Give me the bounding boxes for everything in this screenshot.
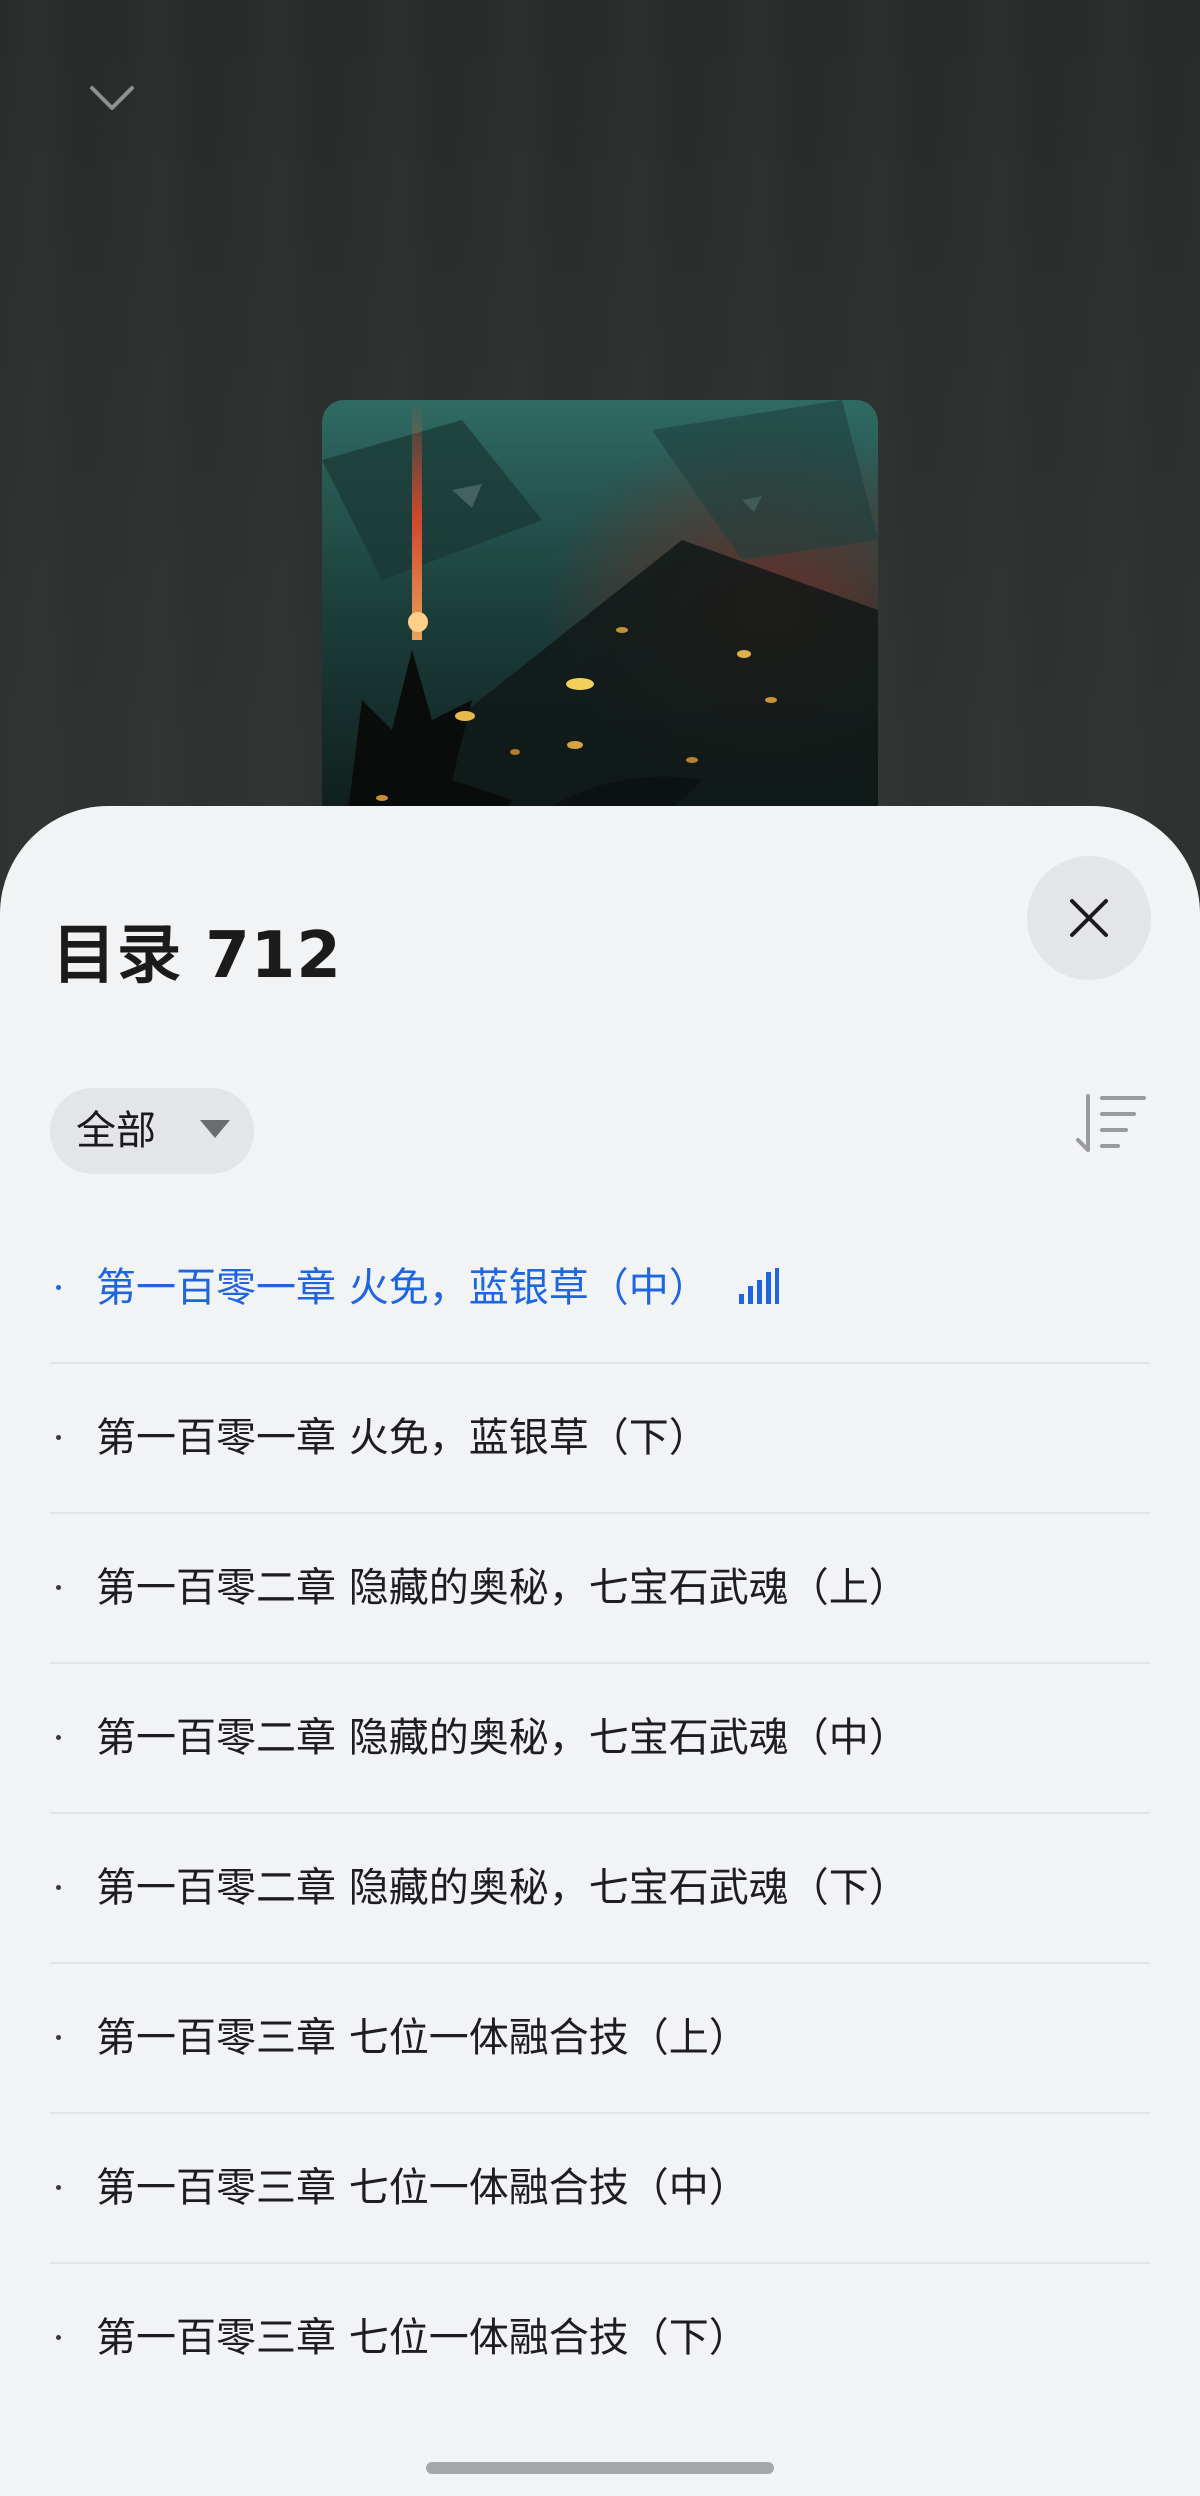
album-cover [322, 400, 878, 860]
catalog-title: 目录 712 [52, 919, 342, 993]
chapter-item[interactable]: 第一百零一章 火免，蓝银草（中） [50, 1214, 1150, 1364]
bullet-dot [56, 1885, 61, 1890]
chapter-title: 第一百零三章 七位一体融合技（下） [96, 2315, 749, 2361]
bullet-dot [56, 1735, 61, 1740]
bullet-dot [56, 1285, 61, 1290]
sort-order-button[interactable] [1072, 1084, 1152, 1164]
chapter-title: 第一百零一章 火免，蓝银草（中） [96, 1214, 779, 1362]
chapter-title: 第一百零二章 隐藏的奥秘，七宝石武魂（上） [96, 1565, 909, 1611]
chapter-title: 第一百零三章 七位一体融合技（上） [96, 2015, 749, 2061]
close-icon [1070, 899, 1108, 937]
chapter-item[interactable]: 第一百零三章 七位一体融合技（中） [50, 2114, 1150, 2264]
chapter-title: 第一百零二章 隐藏的奥秘，七宝石武魂（中） [96, 1715, 909, 1761]
close-button[interactable] [1027, 856, 1151, 980]
chapter-title: 第一百零二章 隐藏的奥秘，七宝石武魂（下） [96, 1865, 909, 1911]
chapter-filter-dropdown[interactable]: 全部 [50, 1088, 254, 1174]
cover-artwork [322, 400, 878, 860]
chapter-list: 第一百零一章 火免，蓝银草（中） 第一百零一章 火免，蓝银草（下） 第一百零二章… [50, 1214, 1150, 2412]
bullet-dot [56, 2185, 61, 2190]
catalog-sheet: 目录 712 全部 第一百零一章 火免，蓝银草（中） 第一百零一章 火免，蓝银草… [0, 806, 1200, 2496]
bullet-dot [56, 2035, 61, 2040]
chapter-item[interactable]: 第一百零二章 隐藏的奥秘，七宝石武魂（中） [50, 1664, 1150, 1814]
collapse-button[interactable] [80, 70, 144, 126]
chapter-item[interactable]: 第一百零二章 隐藏的奥秘，七宝石武魂（上） [50, 1514, 1150, 1664]
chapter-title-text: 第一百零一章 火免，蓝银草（中） [96, 1265, 709, 1311]
bullet-dot [56, 2335, 61, 2340]
bullet-dot [56, 1435, 61, 1440]
chapter-item[interactable]: 第一百零一章 火免，蓝银草（下） [50, 1364, 1150, 1514]
chapter-title: 第一百零三章 七位一体融合技（中） [96, 2165, 749, 2211]
triangle-down-icon [200, 1120, 230, 1138]
chapter-item[interactable]: 第一百零三章 七位一体融合技（下） [50, 2264, 1150, 2412]
audio-playing-icon [738, 1268, 779, 1304]
bullet-dot [56, 1585, 61, 1590]
chapter-title: 第一百零一章 火免，蓝银草（下） [96, 1415, 709, 1461]
sort-order-icon [1076, 1094, 1146, 1152]
chapter-item[interactable]: 第一百零三章 七位一体融合技（上） [50, 1964, 1150, 2114]
chevron-down-icon [90, 86, 134, 110]
home-indicator[interactable] [426, 2462, 774, 2474]
chapter-item[interactable]: 第一百零二章 隐藏的奥秘，七宝石武魂（下） [50, 1814, 1150, 1964]
filter-label: 全部 [76, 1108, 156, 1154]
